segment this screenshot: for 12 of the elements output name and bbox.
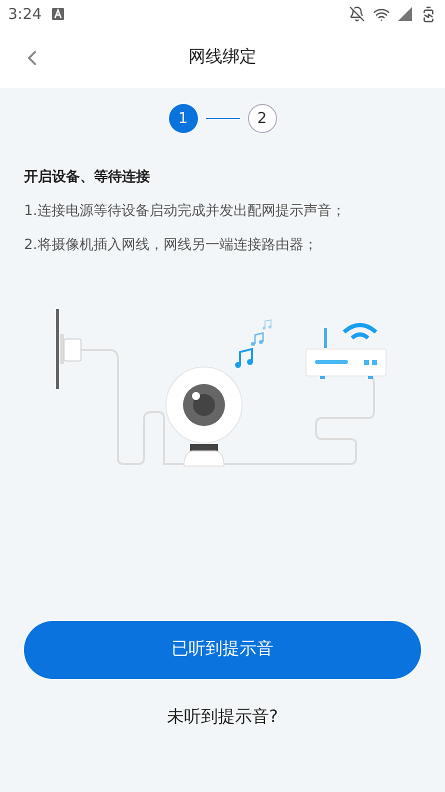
- primary-button[interactable]: 已听到提示音: [24, 620, 421, 678]
- no-sound-link[interactable]: 未听到提示音?: [166, 704, 278, 730]
- instruction-text: 2.将摄像机插入网线，网线另一端连接路由器；: [24, 236, 318, 255]
- step-indicator: 1: [168, 104, 198, 133]
- status-time: 3:24: [8, 4, 42, 25]
- step-indicator: 2: [248, 104, 276, 133]
- signal-icon: [398, 7, 412, 21]
- bell-off-icon: [349, 6, 365, 22]
- instruction-heading: 开启设备、等待连接: [24, 168, 151, 187]
- instruction-text: 1.连接电源等待设备启动完成并发出配网提示声音；: [24, 202, 346, 221]
- notification-icon: [52, 8, 64, 20]
- page-title: 网线绑定: [188, 46, 256, 70]
